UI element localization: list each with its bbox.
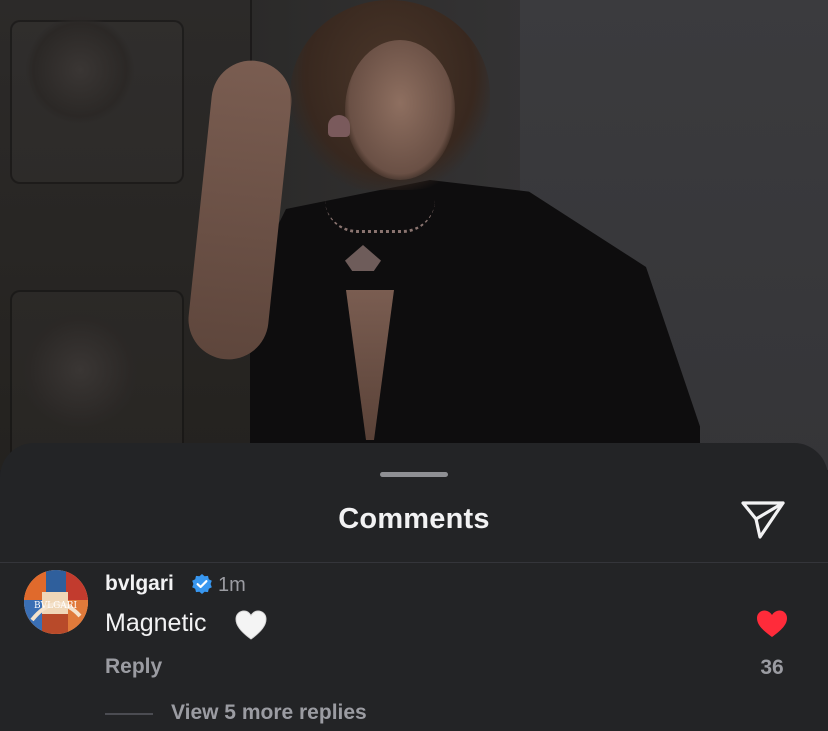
- reply-button[interactable]: Reply: [105, 655, 162, 679]
- screen: Comments BVLGARI bvlgari 1m Magnetic Rep…: [0, 0, 828, 731]
- like-count: 36: [760, 656, 784, 679]
- sheet-drag-handle[interactable]: [380, 472, 448, 477]
- white-heart-emoji-icon: [235, 610, 267, 640]
- comment-timestamp: 1m: [218, 574, 246, 596]
- comment-text: Magnetic: [105, 609, 207, 637]
- necklace: [325, 200, 435, 233]
- sheet-title: Comments: [338, 503, 490, 535]
- comments-sheet: Comments BVLGARI bvlgari 1m Magnetic Rep…: [0, 443, 828, 731]
- avatar[interactable]: BVLGARI: [24, 570, 88, 634]
- replies-divider-line: [105, 713, 153, 715]
- bvlgari-logo-avatar: BVLGARI: [24, 570, 88, 634]
- face: [345, 40, 455, 180]
- paper-plane-icon: [741, 501, 785, 539]
- view-more-replies-button[interactable]: View 5 more replies: [171, 701, 367, 725]
- header-divider: [0, 562, 828, 563]
- post-image-background: [0, 0, 828, 470]
- share-button[interactable]: [740, 499, 786, 541]
- like-button[interactable]: [755, 609, 789, 639]
- comment-username[interactable]: bvlgari: [105, 572, 174, 596]
- verified-badge-icon: [192, 574, 212, 594]
- door-ornament: [25, 15, 135, 125]
- door-ornament: [20, 310, 140, 430]
- svg-text:BVLGARI: BVLGARI: [34, 601, 78, 611]
- earring: [328, 115, 350, 137]
- heart-filled-icon: [757, 610, 787, 637]
